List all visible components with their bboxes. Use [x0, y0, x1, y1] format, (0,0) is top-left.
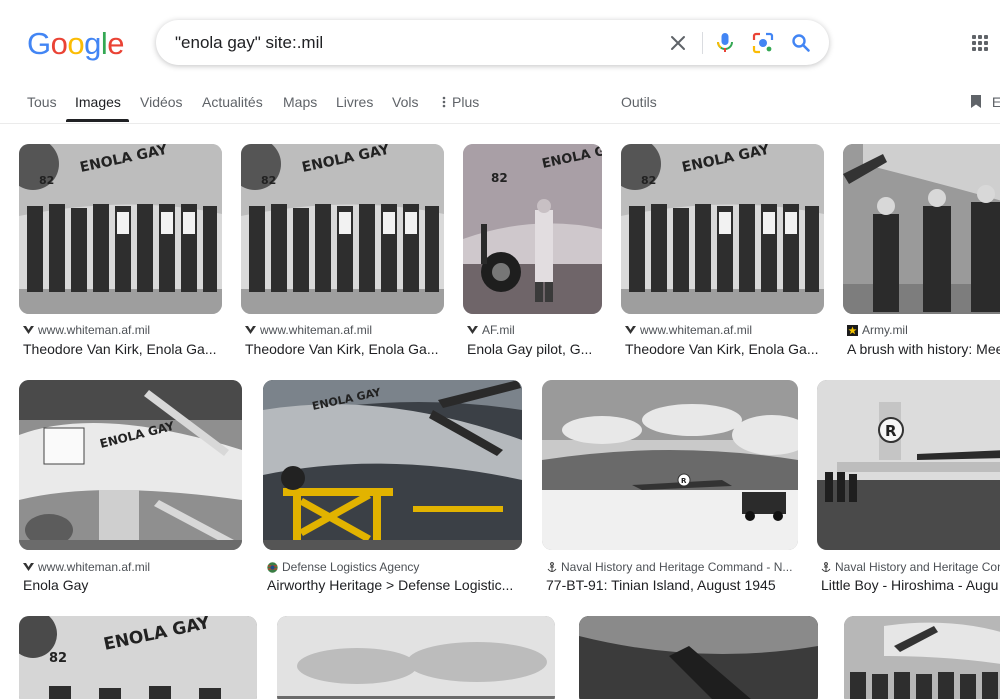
more-vert-icon [442, 94, 452, 110]
result-thumbnail[interactable] [277, 616, 555, 699]
result-thumbnail[interactable]: ENOLA GAY [263, 380, 522, 550]
af-wings-icon [245, 325, 256, 336]
tail-number-text: 82 [491, 171, 508, 185]
army-star-icon [847, 324, 858, 336]
apps-grid-icon[interactable] [972, 35, 988, 51]
result-source: Army.mil [847, 323, 1000, 337]
tail-number-text: 82 [39, 174, 54, 187]
result-thumbnail[interactable] [843, 144, 1000, 314]
result-thumbnail[interactable] [579, 616, 818, 699]
logo-letter: e [107, 26, 125, 61]
logo-letter: o [67, 26, 85, 61]
search-box[interactable]: "enola gay" site:.mil [156, 20, 829, 65]
source-label: www.whiteman.af.mil [38, 560, 151, 574]
af-wings-icon [625, 325, 636, 336]
af-wings-icon [23, 562, 34, 573]
source-label: www.whiteman.af.mil [260, 323, 373, 337]
af-wings-icon [467, 325, 478, 336]
tab-maps[interactable]: Maps [283, 94, 317, 110]
tab-livres[interactable]: Livres [336, 94, 373, 110]
result-title[interactable]: Theodore Van Kirk, Enola Ga... [625, 341, 825, 357]
tab-vols[interactable]: Vols [392, 94, 418, 110]
result-source: Defense Logistics Agency [267, 560, 523, 574]
result-title[interactable]: Theodore Van Kirk, Enola Ga... [23, 341, 223, 357]
result-thumbnail[interactable]: ENOLA GAY 82 [19, 616, 257, 699]
result-title[interactable]: Theodore Van Kirk, Enola Ga... [245, 341, 445, 357]
result-source: Naval History and Heritage Command - N..… [546, 560, 798, 574]
tab-plus-label: Plus [452, 94, 480, 110]
result-thumbnail[interactable]: ENOLA GAY 82 [463, 144, 602, 314]
result-thumbnail[interactable]: ENOLA GAY 82 [241, 144, 444, 314]
result-source: Naval History and Heritage Con [821, 560, 1000, 574]
search-divider [702, 32, 703, 54]
result-title[interactable]: Airworthy Heritage > Defense Logistic... [267, 577, 523, 593]
result-title[interactable]: A brush with history: Mee [847, 341, 1000, 357]
anchor-icon [821, 561, 831, 573]
mic-icon[interactable] [712, 30, 738, 56]
result-thumbnail[interactable]: R [817, 380, 1000, 550]
result-thumbnail[interactable]: ENOLA GAY [19, 380, 242, 550]
google-logo[interactable]: Google [27, 26, 125, 62]
logo-letter: G [27, 26, 51, 61]
lens-icon[interactable] [750, 30, 776, 56]
source-label: Naval History and Heritage Command - N..… [561, 560, 793, 574]
source-label: AF.mil [482, 323, 515, 337]
source-label: www.whiteman.af.mil [38, 323, 151, 337]
af-wings-icon [23, 325, 34, 336]
saved-label: Er [991, 94, 1000, 110]
result-source: AF.mil [467, 323, 607, 337]
logo-letter: g [84, 26, 101, 61]
result-thumbnail[interactable]: R [542, 380, 798, 550]
result-thumbnail[interactable]: ENOLA GAY 82 [19, 144, 222, 314]
tail-number-text: 82 [261, 174, 276, 187]
result-thumbnail[interactable]: ENOLA GAY 82 [621, 144, 824, 314]
result-thumbnail[interactable] [844, 616, 1000, 699]
saved-button[interactable]: Er [970, 94, 1000, 110]
logo-letter: o [50, 26, 68, 61]
source-label: Naval History and Heritage Con [835, 560, 1000, 574]
tail-letter-text: R [885, 422, 897, 440]
active-tab-indicator [66, 119, 129, 122]
search-icon[interactable] [788, 30, 814, 56]
result-source: www.whiteman.af.mil [245, 323, 445, 337]
source-label: Army.mil [862, 323, 908, 337]
source-label: www.whiteman.af.mil [640, 323, 753, 337]
result-title[interactable]: Little Boy - Hiroshima - Augu [821, 577, 1000, 593]
tab-tous[interactable]: Tous [27, 94, 57, 110]
tail-number-text: 82 [641, 174, 656, 187]
tab-plus[interactable]: Plus [442, 94, 479, 110]
bookmark-icon [970, 94, 986, 110]
search-input[interactable]: "enola gay" site:.mil [175, 33, 323, 53]
tab-actualites[interactable]: Actualités [202, 94, 263, 110]
tab-videos[interactable]: Vidéos [140, 94, 183, 110]
result-source: www.whiteman.af.mil [23, 560, 243, 574]
close-icon[interactable] [665, 30, 691, 56]
source-label: Defense Logistics Agency [282, 560, 420, 574]
anchor-icon [546, 561, 557, 573]
tools-button[interactable]: Outils [621, 94, 657, 110]
dla-globe-icon [267, 561, 278, 573]
tail-number-text: 82 [49, 651, 67, 666]
result-source: www.whiteman.af.mil [625, 323, 825, 337]
result-title[interactable]: Enola Gay pilot, G... [467, 341, 607, 357]
result-title[interactable]: Enola Gay [23, 577, 243, 593]
tail-letter-text: R [681, 477, 687, 485]
search-tabs: Tous Images Vidéos Actualités Maps Livre… [0, 88, 1000, 124]
tab-images[interactable]: Images [75, 94, 121, 110]
result-source: www.whiteman.af.mil [23, 323, 223, 337]
result-title[interactable]: 77-BT-91: Tinian Island, August 1945 [546, 577, 798, 593]
